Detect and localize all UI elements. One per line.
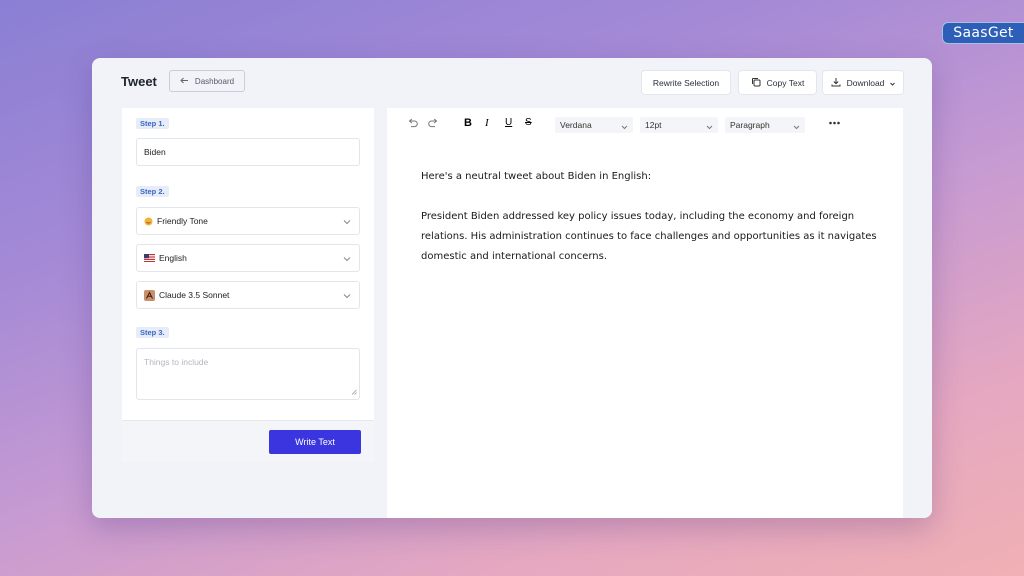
dashboard-back-button[interactable]: Dashboard: [169, 70, 245, 92]
download-icon: [831, 77, 841, 89]
copy-text-label: Copy Text: [766, 77, 805, 88]
rewrite-selection-button[interactable]: Rewrite Selection: [642, 71, 730, 94]
more-icon[interactable]: [829, 121, 840, 125]
step-3-label: Step 3.: [136, 327, 169, 338]
form-footer: Write Text: [122, 420, 374, 462]
dashboard-back-label: Dashboard: [194, 76, 235, 86]
resize-handle-icon[interactable]: [351, 387, 357, 397]
document-content[interactable]: Here's a neutral tweet about Biden in En…: [421, 167, 881, 287]
chevron-down-icon: [793, 122, 800, 132]
document-paragraph-1: Here's a neutral tweet about Biden in En…: [421, 171, 652, 182]
language-select-value: English: [159, 253, 187, 263]
step-1-label: Step 1.: [136, 118, 169, 129]
tone-select-value: Friendly Tone: [157, 216, 208, 226]
copy-icon: [751, 77, 761, 89]
chevron-down-icon: [343, 291, 351, 301]
chevron-down-icon: [706, 122, 713, 132]
claude-logo-icon: [144, 289, 155, 301]
strikethrough-icon[interactable]: S: [525, 117, 532, 128]
copy-text-button[interactable]: Copy Text: [739, 71, 816, 94]
chevron-down-icon: [621, 122, 628, 132]
text-editor[interactable]: B I U S Verdana 12pt Paragraph Here's a …: [387, 108, 903, 518]
font-size-value: 12pt: [645, 120, 662, 130]
arrow-left-icon: [180, 77, 189, 86]
model-select-value: Claude 3.5 Sonnet: [159, 290, 230, 300]
chevron-down-icon: [343, 217, 351, 227]
language-select[interactable]: English: [136, 244, 360, 272]
font-family-value: Verdana: [560, 120, 592, 130]
tone-select[interactable]: Friendly Tone: [136, 207, 360, 235]
details-textarea[interactable]: Things to include: [136, 348, 360, 400]
download-button[interactable]: Download: [823, 71, 903, 94]
app-window: Tweet Dashboard Rewrite Selection Copy T…: [92, 58, 932, 518]
undo-icon[interactable]: [407, 118, 418, 128]
rewrite-selection-label: Rewrite Selection: [652, 77, 720, 88]
form-panel: Step 1. Biden Step 2. Friendly Tone Engl…: [122, 108, 374, 462]
redo-icon[interactable]: [428, 118, 439, 128]
chevron-down-icon: [343, 254, 351, 264]
step-2-label: Step 2.: [136, 186, 169, 197]
download-label: Download: [846, 77, 885, 88]
block-format-select[interactable]: Paragraph: [725, 117, 805, 133]
us-flag-icon: [144, 254, 155, 262]
bold-icon[interactable]: B: [464, 117, 472, 129]
block-format-value: Paragraph: [730, 120, 770, 130]
font-family-select[interactable]: Verdana: [555, 117, 633, 133]
page-title: Tweet: [121, 74, 157, 89]
topic-input[interactable]: Biden: [136, 138, 360, 166]
smiley-icon: [144, 217, 153, 226]
topic-input-value: Biden: [144, 147, 166, 157]
brand-logo: SaasGet: [942, 22, 1024, 44]
editor-toolbar: B I U S Verdana 12pt Paragraph: [387, 108, 903, 142]
chevron-down-icon: [890, 78, 896, 88]
font-size-select[interactable]: 12pt: [640, 117, 718, 133]
model-select[interactable]: Claude 3.5 Sonnet: [136, 281, 360, 309]
document-paragraph-2: President Biden addressed key policy iss…: [421, 211, 877, 262]
underline-icon[interactable]: U: [505, 117, 512, 128]
details-placeholder: Things to include: [144, 357, 209, 367]
write-text-button[interactable]: Write Text: [269, 430, 361, 454]
italic-icon[interactable]: I: [485, 117, 489, 129]
